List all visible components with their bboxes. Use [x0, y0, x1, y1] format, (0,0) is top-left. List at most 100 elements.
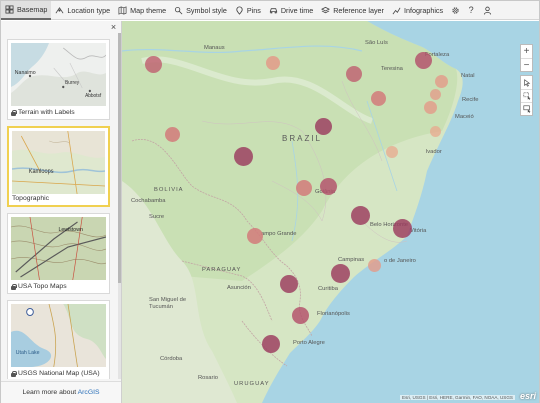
thumb-label: Kamloops	[29, 169, 54, 175]
city-label: Córdoba	[160, 356, 183, 362]
zoom-control: + −	[520, 44, 533, 72]
city-label: Sucre	[149, 214, 165, 220]
thumb-label: Utah Lake	[16, 350, 40, 356]
map-data-point[interactable]	[262, 335, 280, 353]
basemap-card-label: Topographic	[12, 195, 50, 202]
basemap-icon	[5, 4, 14, 14]
tab-infographics-label: Infographics	[403, 5, 444, 15]
map-data-point[interactable]	[145, 56, 162, 73]
tab-pins-label: Pins	[246, 5, 261, 15]
select-tool-button[interactable]	[521, 76, 532, 89]
tab-basemap[interactable]: Basemap	[1, 0, 52, 20]
map-data-point[interactable]	[415, 52, 432, 69]
footer-text: Learn more about	[22, 389, 78, 396]
tab-symbol-style[interactable]: Symbol style	[170, 1, 231, 20]
map-data-point[interactable]	[393, 219, 412, 238]
map-data-point[interactable]	[234, 147, 253, 166]
map-theme-icon	[118, 5, 127, 15]
map-data-point[interactable]	[320, 178, 337, 195]
panel-scroll-thumb[interactable]	[118, 33, 121, 283]
app-window: Basemap Location type Map theme Symbol s…	[0, 0, 540, 403]
map-tools	[520, 75, 533, 116]
map-data-point[interactable]	[430, 126, 441, 137]
basemap-card-usa-topo[interactable]: Lewistown USA Topo Maps	[7, 213, 110, 294]
infographics-icon	[392, 7, 401, 14]
tab-map-theme-label: Map theme	[130, 5, 167, 15]
lasso-tool-button[interactable]	[521, 89, 532, 102]
city-label: Campinas	[338, 257, 365, 263]
map-data-point[interactable]	[280, 275, 298, 293]
thumb-label: Lewistown	[59, 227, 83, 233]
map-data-point[interactable]	[424, 101, 437, 114]
map-data-point[interactable]	[435, 75, 448, 88]
basemap-card-usgs[interactable]: Utah Lake USGS National Map (USA)	[7, 300, 110, 379]
tab-reference-layer[interactable]: Reference layer	[317, 1, 388, 20]
user-icon	[483, 6, 491, 15]
lock-icon	[11, 109, 17, 116]
help-icon: ?	[468, 5, 474, 15]
map-data-point[interactable]	[386, 146, 398, 158]
basemap-card-label: USGS National Map (USA)	[18, 370, 100, 377]
map-view[interactable]: BRAZIL BOLIVIA PARAGUAY URUGUAY Manaus S…	[122, 21, 539, 403]
basemap-card-terrain[interactable]: Nanaimo Burrey Abbotsf Terrain with Labe…	[7, 39, 110, 120]
rectangle-select-icon	[522, 105, 531, 113]
city-label: Cochabamba	[131, 198, 166, 204]
map-data-point[interactable]	[368, 259, 381, 272]
tab-location-type[interactable]: Location type	[51, 1, 114, 20]
map-data-point[interactable]	[247, 228, 263, 244]
settings-button[interactable]	[447, 1, 463, 20]
user-button[interactable]	[479, 1, 495, 20]
help-button[interactable]: ?	[463, 1, 479, 20]
tab-drive-time[interactable]: Drive time	[265, 1, 317, 20]
drive-time-icon	[269, 7, 278, 13]
city-label: ampo Grande	[261, 231, 297, 237]
city-label: Natal	[461, 73, 475, 79]
zoom-in-button[interactable]: +	[521, 45, 532, 58]
city-label: Vitória	[410, 228, 427, 234]
map-data-point[interactable]	[371, 91, 386, 106]
map-data-point[interactable]	[351, 206, 370, 225]
reference-layer-icon	[321, 6, 331, 13]
tab-reference-layer-label: Reference layer	[333, 5, 384, 15]
rect-select-tool-button[interactable]	[521, 102, 532, 115]
tab-map-theme[interactable]: Map theme	[114, 1, 170, 20]
gear-icon	[451, 6, 459, 14]
city-label: o de Janeiro	[384, 258, 416, 264]
tab-infographics[interactable]: Infographics	[388, 1, 447, 20]
map-data-point[interactable]	[430, 89, 441, 100]
thumb-label: Abbotsf	[85, 93, 102, 99]
close-icon[interactable]: ×	[109, 23, 118, 32]
cursor-icon	[523, 78, 530, 87]
tab-drive-time-label: Drive time	[280, 5, 314, 15]
city-label: San Miguel de Tucumán	[149, 297, 187, 310]
basemap-panel: × Nanaimo Burrey Abbotsf Terrain with La…	[1, 21, 122, 403]
city-label: Curitiba	[318, 286, 338, 292]
map-data-point[interactable]	[331, 264, 350, 283]
basemap-gallery: Nanaimo Burrey Abbotsf Terrain with Labe…	[1, 33, 119, 379]
toolbar: Basemap Location type Map theme Symbol s…	[1, 0, 539, 20]
city-label: Manaus	[204, 45, 225, 51]
map-data-point[interactable]	[296, 180, 312, 196]
country-label-paraguay: PARAGUAY	[202, 267, 242, 273]
map-data-point[interactable]	[315, 118, 332, 135]
city-label: Recife	[462, 97, 479, 103]
tab-pins[interactable]: Pins	[231, 1, 265, 20]
basemap-card-topographic[interactable]: Kamloops Topographic	[7, 126, 110, 207]
city-label: Florianópolis	[317, 311, 350, 317]
arcgis-link[interactable]: ArcGIS	[78, 389, 100, 396]
symbol-style-icon	[175, 6, 183, 14]
esri-logo: esri	[519, 391, 536, 401]
basemap-card-label: Terrain with Labels	[18, 109, 75, 116]
panel-footer: Learn more about ArcGIS	[1, 381, 121, 403]
basemap-thumbnail: Lewistown	[11, 217, 106, 280]
map-data-point[interactable]	[292, 307, 309, 324]
map-data-point[interactable]	[266, 56, 280, 70]
basemap-thumbnail: Nanaimo Burrey Abbotsf	[11, 43, 106, 106]
zoom-out-button[interactable]: −	[521, 58, 532, 71]
map-data-point[interactable]	[165, 127, 180, 142]
location-type-icon	[55, 6, 64, 13]
map-data-point[interactable]	[346, 66, 362, 82]
basemap-thumbnail: Kamloops	[12, 131, 105, 194]
city-label: Porto Alegre	[293, 340, 325, 346]
city-label: Maceió	[455, 114, 474, 120]
